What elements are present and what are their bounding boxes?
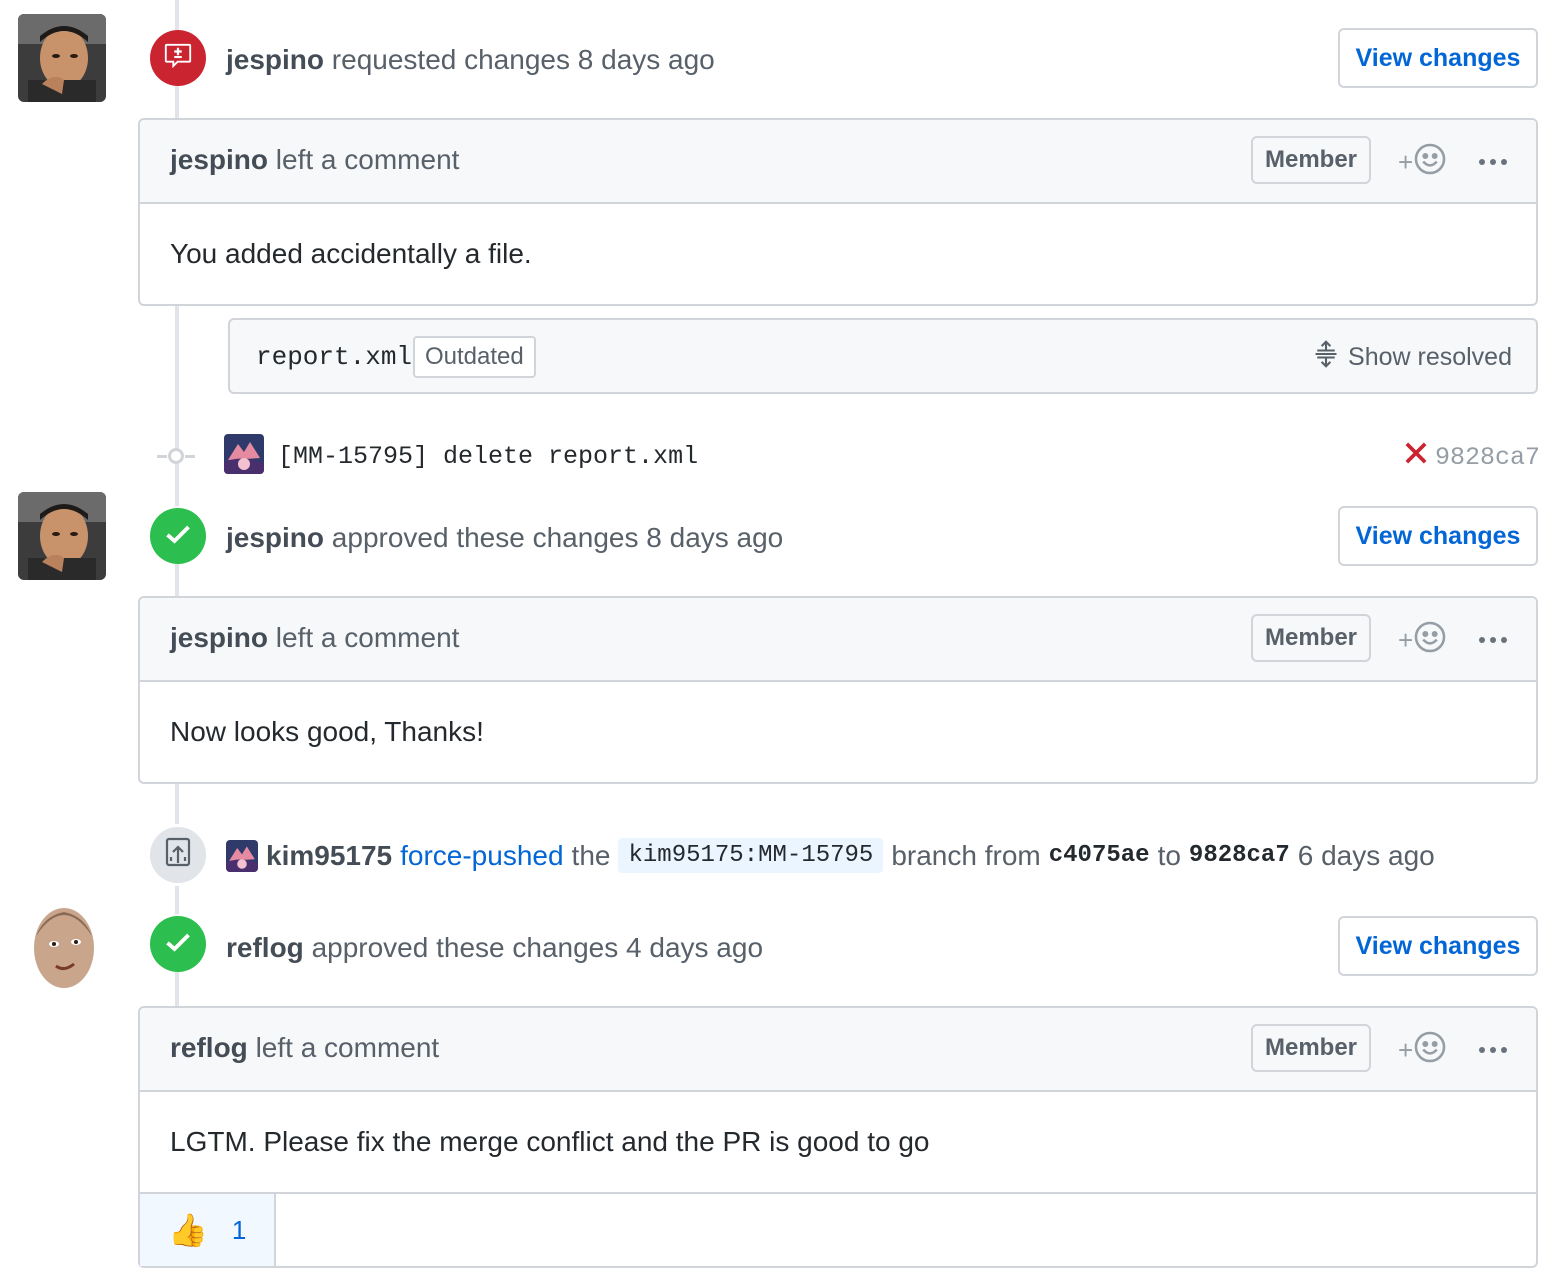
review-event-line: jespino approved these changes 8 days ag…	[226, 522, 783, 554]
kebab-horizontal-icon	[1478, 1041, 1508, 1059]
review-thread-file[interactable]: report.xml Outdated Show resolved	[228, 318, 1538, 394]
add-reaction-button[interactable]: +	[1398, 1030, 1447, 1070]
member-badge: Member	[1251, 136, 1371, 184]
approved-badge	[150, 916, 206, 972]
smiley-icon	[1413, 142, 1447, 183]
avatar[interactable]	[18, 14, 106, 102]
reaction-count: 1	[231, 1214, 247, 1245]
view-changes-button[interactable]: View changes	[1338, 506, 1538, 566]
review-comment: jespino left a comment Member + You adde…	[138, 118, 1538, 306]
member-badge: Member	[1251, 1024, 1371, 1072]
view-changes-button[interactable]: View changes	[1338, 28, 1538, 88]
thumbs-up-icon: 👍	[168, 1212, 208, 1248]
comment-author-line: reflog left a comment	[170, 1032, 439, 1064]
force-pushed-link[interactable]: force-pushed	[400, 840, 563, 872]
more-options-button[interactable]	[1478, 620, 1508, 660]
review-action: approved these changes	[311, 932, 619, 963]
more-options-button[interactable]	[1478, 1030, 1508, 1070]
reactions-bar: 👍 1	[140, 1192, 1536, 1266]
comment-action: left a comment	[275, 144, 460, 175]
avatar[interactable]	[18, 492, 106, 580]
comment-body: You added accidentally a file.	[170, 238, 532, 269]
approved-badge	[150, 508, 206, 564]
repo-push-icon	[164, 837, 192, 874]
smiley-icon	[1413, 620, 1447, 661]
review-comment: jespino left a comment Member + Now look…	[138, 596, 1538, 784]
review-author[interactable]: jespino	[226, 44, 324, 75]
force-push-event: kim95175 force-pushed the kim95175:MM-15…	[226, 838, 1435, 873]
comment-action: left a comment	[255, 1032, 440, 1063]
check-icon	[164, 520, 192, 553]
push-text-branch-from: branch from	[891, 839, 1041, 871]
member-badge: Member	[1251, 614, 1371, 662]
comment-header: reflog left a comment Member +	[140, 1008, 1536, 1092]
review-event-line: jespino requested changes 8 days ago	[226, 44, 715, 76]
pusher-name[interactable]: kim95175	[266, 840, 392, 872]
smiley-icon	[1413, 1030, 1447, 1071]
comment-header: jespino left a comment Member +	[140, 120, 1536, 204]
comment-body: Now looks good, Thanks!	[170, 716, 484, 747]
avatar[interactable]	[24, 900, 104, 992]
push-text-to: to	[1157, 839, 1181, 871]
review-time[interactable]: 8 days ago	[578, 44, 715, 75]
review-event-line: reflog approved these changes 4 days ago	[226, 932, 763, 964]
commit-icon	[157, 448, 195, 464]
push-text-the: the	[571, 839, 611, 871]
commit-row: [MM-15795] delete report.xml 9828ca7	[157, 432, 1540, 480]
review-comment: reflog left a comment Member + LGTM. Ple…	[138, 1006, 1538, 1268]
review-time[interactable]: 8 days ago	[646, 522, 783, 553]
pusher-avatar[interactable]	[226, 839, 258, 872]
push-time[interactable]: 6 days ago	[1298, 840, 1435, 872]
thumbs-up-reaction[interactable]: 👍 1	[140, 1194, 276, 1266]
comment-header: jespino left a comment Member +	[140, 598, 1536, 682]
commit-avatar[interactable]	[224, 434, 264, 474]
to-sha[interactable]: 9828ca7	[1189, 842, 1290, 869]
timeline-line	[175, 564, 179, 598]
show-resolved-label: Show resolved	[1348, 343, 1512, 371]
comment-action: left a comment	[275, 622, 460, 653]
kebab-horizontal-icon	[1478, 631, 1508, 649]
kebab-horizontal-icon	[1478, 153, 1508, 171]
review-time[interactable]: 4 days ago	[626, 932, 763, 963]
timeline-line	[175, 972, 179, 1008]
requested-changes-badge	[150, 30, 206, 86]
x-icon[interactable]	[1405, 442, 1427, 472]
timeline-line	[175, 0, 179, 30]
timeline-line	[175, 86, 179, 120]
commit-sha[interactable]: 9828ca7	[1435, 443, 1540, 472]
plus-icon: +	[1398, 146, 1414, 177]
plus-icon: +	[1398, 624, 1414, 655]
review-action: approved these changes	[331, 522, 639, 553]
comment-body: LGTM. Please fix the merge conflict and …	[170, 1126, 930, 1157]
file-name[interactable]: report.xml	[256, 342, 412, 372]
plus-icon: +	[1398, 1034, 1414, 1065]
unfold-icon	[1312, 340, 1340, 375]
comment-author-line: jespino left a comment	[170, 144, 459, 176]
file-diff-icon	[163, 41, 193, 76]
commit-status[interactable]: 9828ca7	[1405, 442, 1540, 472]
add-reaction-button[interactable]: +	[1398, 142, 1447, 182]
comment-author[interactable]: jespino	[170, 144, 268, 175]
review-author[interactable]: reflog	[226, 932, 304, 963]
review-author[interactable]: jespino	[226, 522, 324, 553]
commit-message[interactable]: [MM-15795] delete report.xml	[278, 442, 698, 471]
view-changes-button[interactable]: View changes	[1338, 916, 1538, 976]
outdated-label: Outdated	[413, 336, 536, 378]
check-icon	[164, 928, 192, 961]
add-reaction-button[interactable]: +	[1398, 620, 1447, 660]
review-action: requested changes	[331, 44, 570, 75]
comment-author-line: jespino left a comment	[170, 622, 459, 654]
show-resolved-button[interactable]: Show resolved	[1312, 340, 1512, 375]
force-push-badge	[147, 824, 209, 886]
branch-name[interactable]: kim95175:MM-15795	[618, 838, 884, 873]
from-sha[interactable]: c4075ae	[1049, 842, 1150, 869]
comment-author[interactable]: jespino	[170, 622, 268, 653]
comment-author[interactable]: reflog	[170, 1032, 248, 1063]
more-options-button[interactable]	[1478, 142, 1508, 182]
